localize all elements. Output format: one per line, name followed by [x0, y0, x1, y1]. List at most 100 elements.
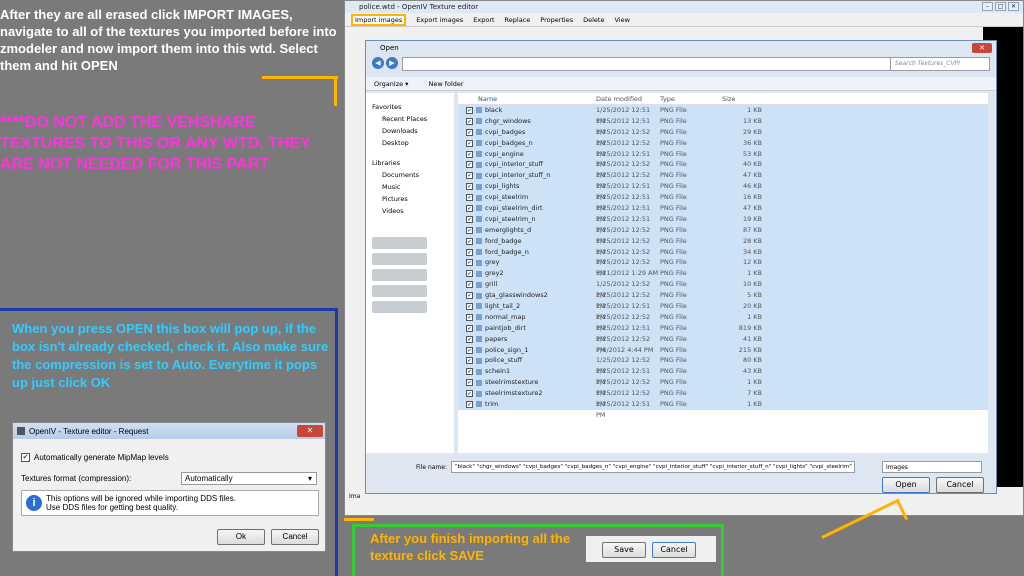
filetype-select[interactable]: Images [882, 461, 982, 473]
address-bar[interactable] [402, 57, 902, 71]
table-row[interactable]: ✔ gta_glasswindows2 1/25/2012 12:52 PM PNG … [458, 290, 988, 310]
replace-button[interactable]: Replace [505, 16, 531, 24]
back-icon[interactable]: ◀ [372, 57, 384, 69]
column-type[interactable]: Type [660, 93, 722, 104]
table-row[interactable]: ✔ steelrimstexture 1/25/2012 12:52 PM PNG F… [458, 377, 988, 397]
table-row[interactable]: ✔ police_stuff 1/25/2012 12:52 PM PNG File 8… [458, 355, 988, 375]
close-icon[interactable]: ✕ [297, 425, 323, 437]
row-checkbox[interactable]: ✔ [466, 270, 473, 278]
row-checkbox[interactable]: ✔ [466, 313, 473, 321]
row-checkbox[interactable]: ✔ [466, 106, 473, 114]
table-row[interactable]: ✔ steelrimstexture2 1/25/2012 12:52 PM PNG … [458, 388, 988, 408]
table-row[interactable]: ✔ light_tail_2 1/25/2012 12:51 PM PNG File 2… [458, 301, 988, 321]
row-checkbox[interactable]: ✔ [466, 183, 473, 191]
properties-button[interactable]: Properties [540, 16, 573, 24]
organize-button[interactable]: Organize ▾ [374, 77, 408, 90]
row-checkbox[interactable]: ✔ [466, 248, 473, 256]
table-row[interactable]: ✔ cvpi_steelrim 1/25/2012 12:51 PM PNG File… [458, 192, 988, 212]
forward-icon[interactable]: ▶ [386, 57, 398, 69]
table-row[interactable]: ✔ cvpi_steelrim_dirt 1/25/2012 12:51 PM PNG… [458, 203, 988, 223]
row-checkbox[interactable]: ✔ [466, 194, 473, 202]
row-checkbox[interactable]: ✔ [466, 281, 473, 289]
row-checkbox[interactable]: ✔ [466, 357, 473, 365]
open-button[interactable]: Open [882, 477, 930, 493]
favorites-item[interactable]: Favorites [372, 101, 454, 113]
blurred-item [372, 301, 427, 313]
row-checkbox[interactable]: ✔ [466, 400, 473, 408]
row-checkbox[interactable]: ✔ [466, 161, 473, 169]
row-checkbox[interactable]: ✔ [466, 204, 473, 212]
file-name: chgr_windows [485, 116, 531, 125]
new-folder-button[interactable]: New folder [428, 77, 463, 90]
column-size[interactable]: Size [722, 93, 762, 104]
pictures-item[interactable]: Pictures [372, 193, 454, 205]
table-row[interactable]: ✔ schein1 1/25/2012 12:51 PM PNG File 43 KB [458, 366, 988, 386]
maximize-icon[interactable]: □ [995, 2, 1006, 11]
table-row[interactable]: ✔ black 1/25/2012 12:51 PM PNG File 1 KB [458, 105, 988, 125]
table-row[interactable]: ✔ grey2 3/21/2012 1:29 AM PNG File 1 KB [458, 268, 988, 280]
row-checkbox[interactable]: ✔ [466, 172, 473, 180]
table-row[interactable]: ✔ normal_map 1/25/2012 12:52 PM PNG File 1 K… [458, 311, 988, 332]
row-checkbox[interactable]: ✔ [466, 292, 473, 300]
table-row[interactable]: ✔ cvpi_badges 1/25/2012 12:52 PM PNG File 29… [458, 126, 988, 147]
format-select[interactable]: Automatically ▾ [181, 472, 317, 485]
libraries-item[interactable]: Libraries [372, 157, 454, 169]
cancel-button[interactable]: Cancel [936, 477, 984, 493]
delete-button[interactable]: Delete [583, 16, 604, 24]
table-row[interactable]: ✔ grey 1/25/2012 12:52 PM PNG File 12 KB [458, 257, 988, 277]
column-date[interactable]: Date modified [596, 93, 660, 104]
row-checkbox[interactable]: ✔ [466, 139, 473, 147]
table-row[interactable]: ✔ ford_badge_n 1/25/2012 12:52 PM PNG File 3… [458, 246, 988, 266]
row-checkbox[interactable]: ✔ [466, 302, 473, 310]
export-button[interactable]: Export [473, 16, 494, 24]
row-checkbox[interactable]: ✔ [466, 150, 473, 158]
row-checkbox[interactable]: ✔ [466, 346, 473, 354]
view-button[interactable]: View [614, 16, 629, 24]
table-row[interactable]: ✔ cvpi_badges_n 1/25/2012 12:52 PM PNG File… [458, 137, 988, 158]
column-name[interactable]: Name [458, 93, 596, 104]
import-images-button[interactable]: Import images [351, 13, 407, 26]
close-icon[interactable]: ✕ [1008, 2, 1019, 11]
search-input[interactable]: Search Textures_CVPI [890, 57, 990, 71]
music-item[interactable]: Music [372, 181, 454, 193]
row-checkbox[interactable]: ✔ [466, 128, 473, 136]
row-checkbox[interactable]: ✔ [466, 324, 473, 332]
row-checkbox[interactable]: ✔ [466, 237, 473, 245]
table-row[interactable]: ✔ cvpi_interior_stuff_n 1/25/2012 12:52 PM… [458, 170, 988, 190]
table-row[interactable]: ✔ chgr_windows 1/25/2012 12:51 PM PNG File 1… [458, 115, 988, 136]
table-row[interactable]: ✔ trim 1/25/2012 12:51 PM PNG File 1 KB [458, 399, 988, 419]
table-row[interactable]: ✔ paintjob_dirt 1/25/2012 12:51 PM PNG File… [458, 322, 988, 343]
mipmap-checkbox[interactable]: ✔ [21, 453, 30, 462]
row-checkbox[interactable]: ✔ [466, 215, 473, 223]
table-row[interactable]: ✔ police_sign_1 7/6/2012 4:44 PM PNG File 21… [458, 344, 988, 356]
filename-input[interactable]: "black" "chgr_windows" "cvpi_badges" "cv… [450, 461, 855, 473]
downloads-item[interactable]: Downloads [372, 125, 454, 137]
row-checkbox[interactable]: ✔ [466, 117, 473, 125]
close-icon[interactable]: ✕ [972, 43, 992, 53]
table-row[interactable]: ✔ cvpi_steelrim_n 1/25/2012 12:51 PM PNG Fi… [458, 213, 988, 234]
cancel-button[interactable]: Cancel [652, 542, 696, 558]
recent-places-item[interactable]: Recent Places [372, 113, 454, 125]
table-row[interactable]: ✔ cvpi_engine 1/25/2012 12:51 PM PNG File 53… [458, 148, 988, 168]
row-checkbox[interactable]: ✔ [466, 379, 473, 387]
row-checkbox[interactable]: ✔ [466, 390, 473, 398]
table-row[interactable]: ✔ grill 1/25/2012 12:52 PM PNG File 10 KB [458, 279, 988, 299]
export-images-button[interactable]: Export images [416, 16, 463, 24]
table-row[interactable]: ✔ cvpi_interior_stuff 1/25/2012 12:52 PM PN… [458, 159, 988, 179]
row-checkbox[interactable]: ✔ [466, 368, 473, 376]
row-checkbox[interactable]: ✔ [466, 335, 473, 343]
desktop-item[interactable]: Desktop [372, 137, 454, 149]
row-checkbox[interactable]: ✔ [466, 226, 473, 234]
save-button[interactable]: Save [602, 542, 646, 558]
row-checkbox[interactable]: ✔ [466, 259, 473, 267]
file-type: PNG File [660, 214, 687, 223]
documents-item[interactable]: Documents [372, 169, 454, 181]
table-row[interactable]: ✔ emerglights_d 1/25/2012 12:52 PM PNG File… [458, 224, 988, 245]
table-row[interactable]: ✔ cvpi_lights 1/25/2012 12:51 PM PNG File 46… [458, 181, 988, 201]
cancel-button[interactable]: Cancel [271, 529, 319, 545]
minimize-icon[interactable]: – [982, 2, 993, 11]
table-row[interactable]: ✔ papers 1/25/2012 12:52 PM PNG File 41 KB [458, 333, 988, 354]
videos-item[interactable]: Videos [372, 205, 454, 217]
ok-button[interactable]: Ok [217, 529, 265, 545]
table-row[interactable]: ✔ ford_badge 1/25/2012 12:52 PM PNG File 28 … [458, 235, 988, 256]
